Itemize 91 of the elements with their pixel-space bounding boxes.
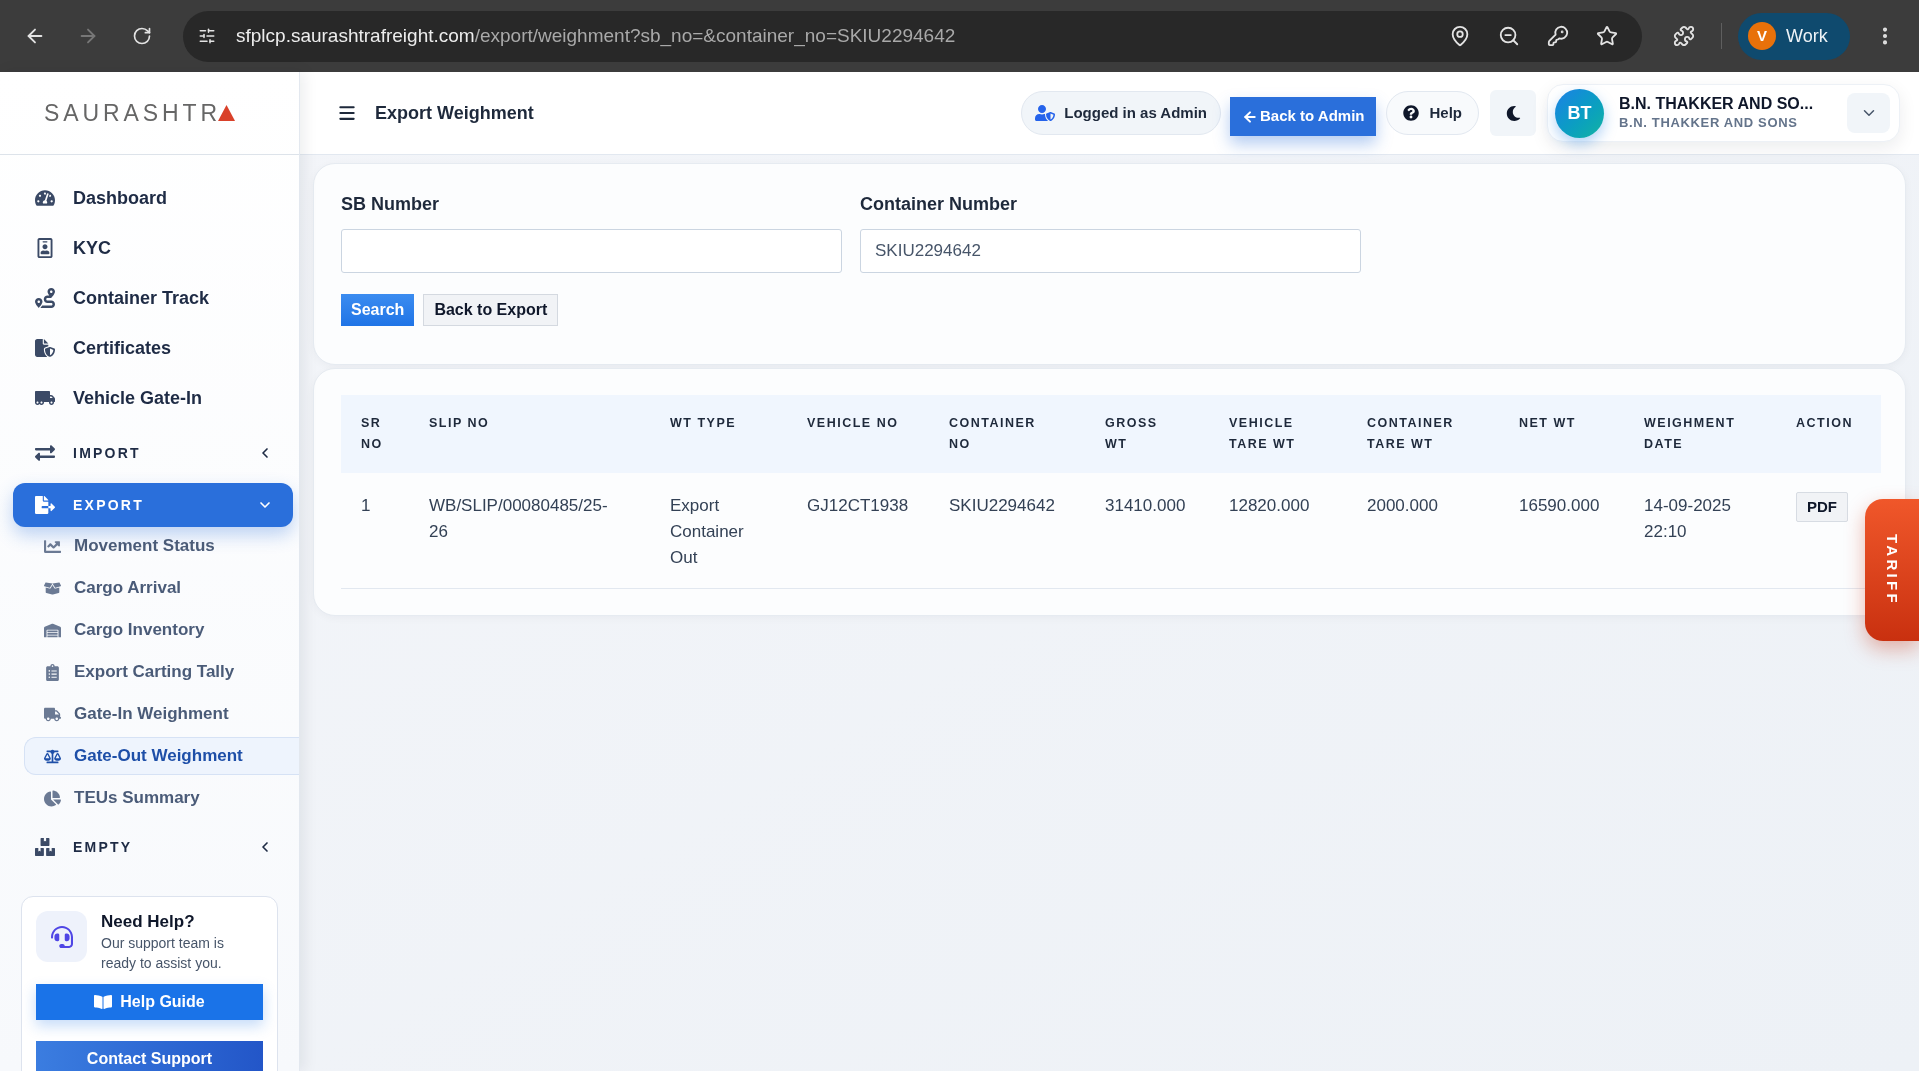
location-pin-icon[interactable] bbox=[1449, 25, 1471, 47]
pie-chart-icon bbox=[44, 789, 61, 807]
sidebar-subitem[interactable]: TEUs Summary bbox=[24, 779, 299, 817]
table-cell: GJ12CT1938 bbox=[787, 473, 929, 589]
profile-name: Work bbox=[1786, 24, 1828, 48]
address-bar[interactable]: sfplcp.saurashtrafreight.com/export/weighment?sb_no=&container_no=SKIU2294642 bbox=[183, 10, 1642, 62]
column-header: WEIGHMENT DATE bbox=[1624, 395, 1776, 473]
column-header: VEHICLE TARE WT bbox=[1209, 395, 1347, 473]
user-name: B.N. THAKKER AND SO... bbox=[1619, 94, 1814, 114]
menu-icon[interactable] bbox=[337, 103, 357, 123]
field-label: Container Number bbox=[860, 193, 1019, 215]
sidebar-item[interactable]: Container Track bbox=[13, 273, 293, 323]
gauge-icon bbox=[35, 188, 55, 208]
clipboard-icon bbox=[44, 663, 61, 681]
column-header: GROSS WT bbox=[1085, 395, 1209, 473]
scale-icon bbox=[44, 747, 61, 765]
file-shield-icon bbox=[35, 338, 55, 358]
search-button[interactable]: Search bbox=[341, 294, 415, 326]
table-cell: 12820.000 bbox=[1209, 473, 1347, 589]
page-title: Export Weighment bbox=[375, 101, 534, 125]
table-cell: 16590.000 bbox=[1499, 473, 1624, 589]
sidebar-subitem[interactable]: Movement Status bbox=[24, 527, 299, 565]
zoom-out-icon[interactable] bbox=[1498, 25, 1520, 47]
column-header: CONTAINER NO bbox=[929, 395, 1085, 473]
user-shield-icon bbox=[1035, 105, 1056, 121]
column-header: SLIP NO bbox=[409, 395, 650, 473]
url-text: sfplcp.saurashtrafreight.com/export/weighment?sb_no=&container_no=SKIU2294642 bbox=[236, 23, 956, 49]
theme-toggle-button[interactable] bbox=[1490, 90, 1536, 136]
contact-support-button[interactable]: Contact Support bbox=[36, 1041, 263, 1071]
column-header: CONTAINER TARE WT bbox=[1347, 395, 1499, 473]
back-to-admin-button[interactable]: Back to Admin bbox=[1230, 97, 1377, 136]
tariff-tab[interactable]: TARIFF bbox=[1865, 499, 1919, 641]
sidebar-subitem[interactable]: Gate-In Weighment bbox=[24, 695, 299, 733]
user-card[interactable]: BT B.N. THAKKER AND SO... B.N. THAKKER AND SONS bbox=[1547, 84, 1900, 142]
logo-text: SAURASHTR bbox=[44, 98, 222, 128]
login-text: Logged in as Admin bbox=[1064, 102, 1207, 123]
table-cell: WB/SLIP/00080485/25-26 bbox=[409, 473, 650, 589]
swap-arrows-icon bbox=[35, 443, 55, 463]
sidebar-item[interactable]: Vehicle Gate-In bbox=[13, 373, 293, 423]
triangle-logo-icon bbox=[218, 105, 236, 121]
sidebar-item[interactable]: Dashboard bbox=[13, 173, 293, 223]
truck-icon bbox=[35, 388, 55, 408]
table-cell: SKIU2294642 bbox=[929, 473, 1085, 589]
reload-icon[interactable] bbox=[132, 26, 152, 46]
sidebar-subitem[interactable]: Cargo Arrival bbox=[24, 569, 299, 607]
key-icon[interactable] bbox=[1547, 25, 1569, 47]
table-cell: 1 bbox=[341, 473, 409, 589]
help-icon bbox=[1403, 105, 1420, 121]
sidebar-item[interactable]: KYC bbox=[13, 223, 293, 273]
profile-avatar: V bbox=[1748, 22, 1776, 50]
route-icon bbox=[35, 288, 55, 308]
profile-chip[interactable]: V Work bbox=[1738, 12, 1850, 60]
table-cell: 31410.000 bbox=[1085, 473, 1209, 589]
headset-icon bbox=[36, 911, 87, 962]
table-cell: Export Container Out bbox=[650, 473, 787, 589]
pdf-button[interactable]: PDF bbox=[1796, 492, 1848, 522]
line-chart-icon bbox=[44, 537, 61, 555]
sidebar-item[interactable]: Certificates bbox=[13, 323, 293, 373]
id-badge-icon bbox=[35, 238, 55, 258]
help-button[interactable]: Help bbox=[1386, 91, 1479, 135]
sidebar-section[interactable]: EMPTY bbox=[13, 825, 293, 869]
sidebar-subitem[interactable]: Export Carting Tally bbox=[24, 653, 299, 691]
sidebar-section[interactable]: EXPORT bbox=[13, 483, 293, 527]
help-title: Need Help? bbox=[101, 911, 196, 933]
input-field[interactable]: SKIU2294642 bbox=[860, 229, 1361, 273]
sidebar-subitem[interactable]: Cargo Inventory bbox=[24, 611, 299, 649]
column-header: WT TYPE bbox=[650, 395, 787, 473]
table-cell: 14-09-2025 22:10 bbox=[1624, 473, 1776, 589]
warehouse-icon bbox=[44, 621, 61, 639]
user-avatar: BT bbox=[1555, 88, 1604, 138]
column-header: NET WT bbox=[1499, 395, 1624, 473]
field-label: SB Number bbox=[341, 193, 440, 215]
moon-icon bbox=[1505, 105, 1521, 121]
truck-icon bbox=[44, 705, 61, 723]
help-text: Our support team is ready to assist you. bbox=[101, 934, 225, 973]
back-to-export-button[interactable]: Back to Export bbox=[423, 294, 559, 326]
extensions-icon[interactable] bbox=[1673, 25, 1695, 47]
column-header: ACTION bbox=[1776, 395, 1881, 473]
star-icon[interactable] bbox=[1596, 25, 1618, 47]
help-guide-button[interactable]: Help Guide bbox=[36, 984, 263, 1020]
file-export-icon bbox=[35, 495, 55, 515]
column-header: SR NO bbox=[341, 395, 409, 473]
sidebar-section[interactable]: IMPORT bbox=[13, 431, 293, 475]
boxes-icon bbox=[35, 837, 55, 857]
book-icon bbox=[94, 994, 113, 1010]
site-settings-icon[interactable] bbox=[198, 27, 216, 45]
table-cell: 2000.000 bbox=[1347, 473, 1499, 589]
input-field[interactable] bbox=[341, 229, 842, 273]
column-header: VEHICLE NO bbox=[787, 395, 929, 473]
company-name: B.N. THAKKER AND SONS bbox=[1619, 114, 1799, 132]
sidebar-subitem[interactable]: Gate-Out Weighment bbox=[24, 737, 299, 775]
